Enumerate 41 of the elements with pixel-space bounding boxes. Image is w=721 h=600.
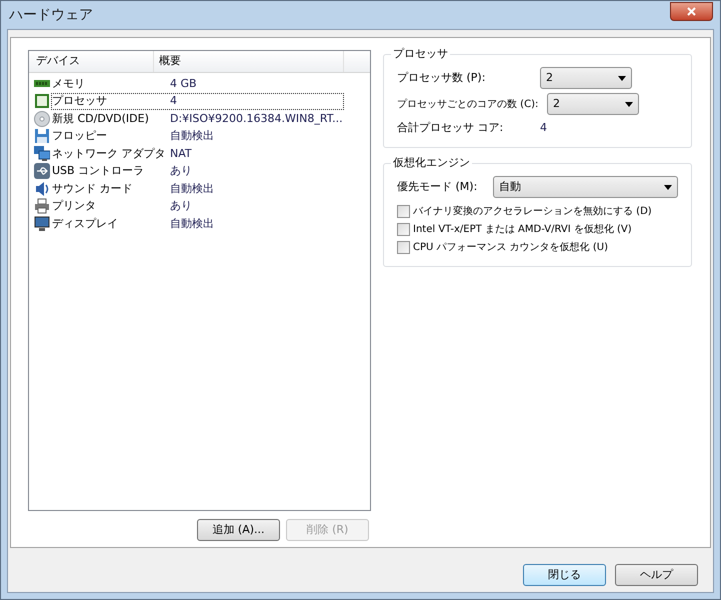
close-icon xyxy=(687,6,696,16)
speaker-icon xyxy=(34,180,50,197)
usb-icon xyxy=(34,163,50,180)
chip-icon xyxy=(34,93,50,110)
field-label: 優先モード (M): xyxy=(397,178,478,195)
device-row[interactable]: USB コントローラ あり xyxy=(51,162,344,180)
close-button[interactable] xyxy=(670,2,713,20)
checkbox-label: CPU パフォーマンス カウンタを仮想化 (U) xyxy=(413,240,608,254)
device-row[interactable]: メモリ 4 GB xyxy=(51,75,344,92)
dropdown-arrow-icon xyxy=(625,102,633,106)
field-label: 合計プロセッサ コア: xyxy=(397,120,504,136)
checkbox-label: バイナリ変換のアクセラレーションを無効にする (D) xyxy=(413,204,652,218)
monitor-icon xyxy=(34,216,50,232)
dialog-button[interactable]: 閉じる xyxy=(523,564,606,586)
dropdown-arrow-icon xyxy=(664,184,672,190)
dropdown-arrow-icon xyxy=(618,76,626,80)
device-row[interactable]: ネットワーク アダプタ NAT xyxy=(51,145,344,162)
device-row[interactable]: プロセッサ 4 xyxy=(51,92,344,110)
mode-dropdown[interactable]: 自動 xyxy=(493,176,678,198)
disc-icon xyxy=(34,110,50,127)
device-row[interactable]: ディスプレイ 自動検出 xyxy=(51,215,344,232)
column-header[interactable]: デバイス xyxy=(29,51,154,72)
network-monitors-icon xyxy=(34,146,50,162)
checkbox[interactable] xyxy=(397,222,410,236)
device-row[interactable]: サウンド カード 自動検出 xyxy=(51,180,344,198)
checkbox[interactable] xyxy=(397,240,410,254)
checkbox-label: Intel VT-x/EPT または AMD-V/RVI を仮想化 (V) xyxy=(413,222,632,236)
printer-icon xyxy=(34,198,50,214)
dialog-button[interactable]: ヘルプ xyxy=(615,564,698,586)
device-row[interactable]: プリンタ あり xyxy=(51,198,344,215)
column-header[interactable]: 概要 xyxy=(154,51,344,72)
window-title: ハードウェア xyxy=(9,6,93,24)
checkbox[interactable] xyxy=(397,204,410,218)
processor-count-dropdown[interactable]: 2 xyxy=(540,67,632,89)
list-action-button[interactable]: 追加 (A)... xyxy=(197,519,280,541)
device-row[interactable]: フロッピー 自動検出 xyxy=(51,128,344,145)
total-cores-value: 4 xyxy=(540,120,547,136)
cores-dropdown[interactable]: 2 xyxy=(547,93,639,115)
field-label: プロセッサごとのコアの数 (C): xyxy=(397,98,540,112)
field-label: プロセッサ数 (P): xyxy=(397,70,486,86)
device-row[interactable]: 新規 CD/DVD(IDE) D:¥ISO¥9200.16384.WIN8_RT... xyxy=(51,110,344,128)
